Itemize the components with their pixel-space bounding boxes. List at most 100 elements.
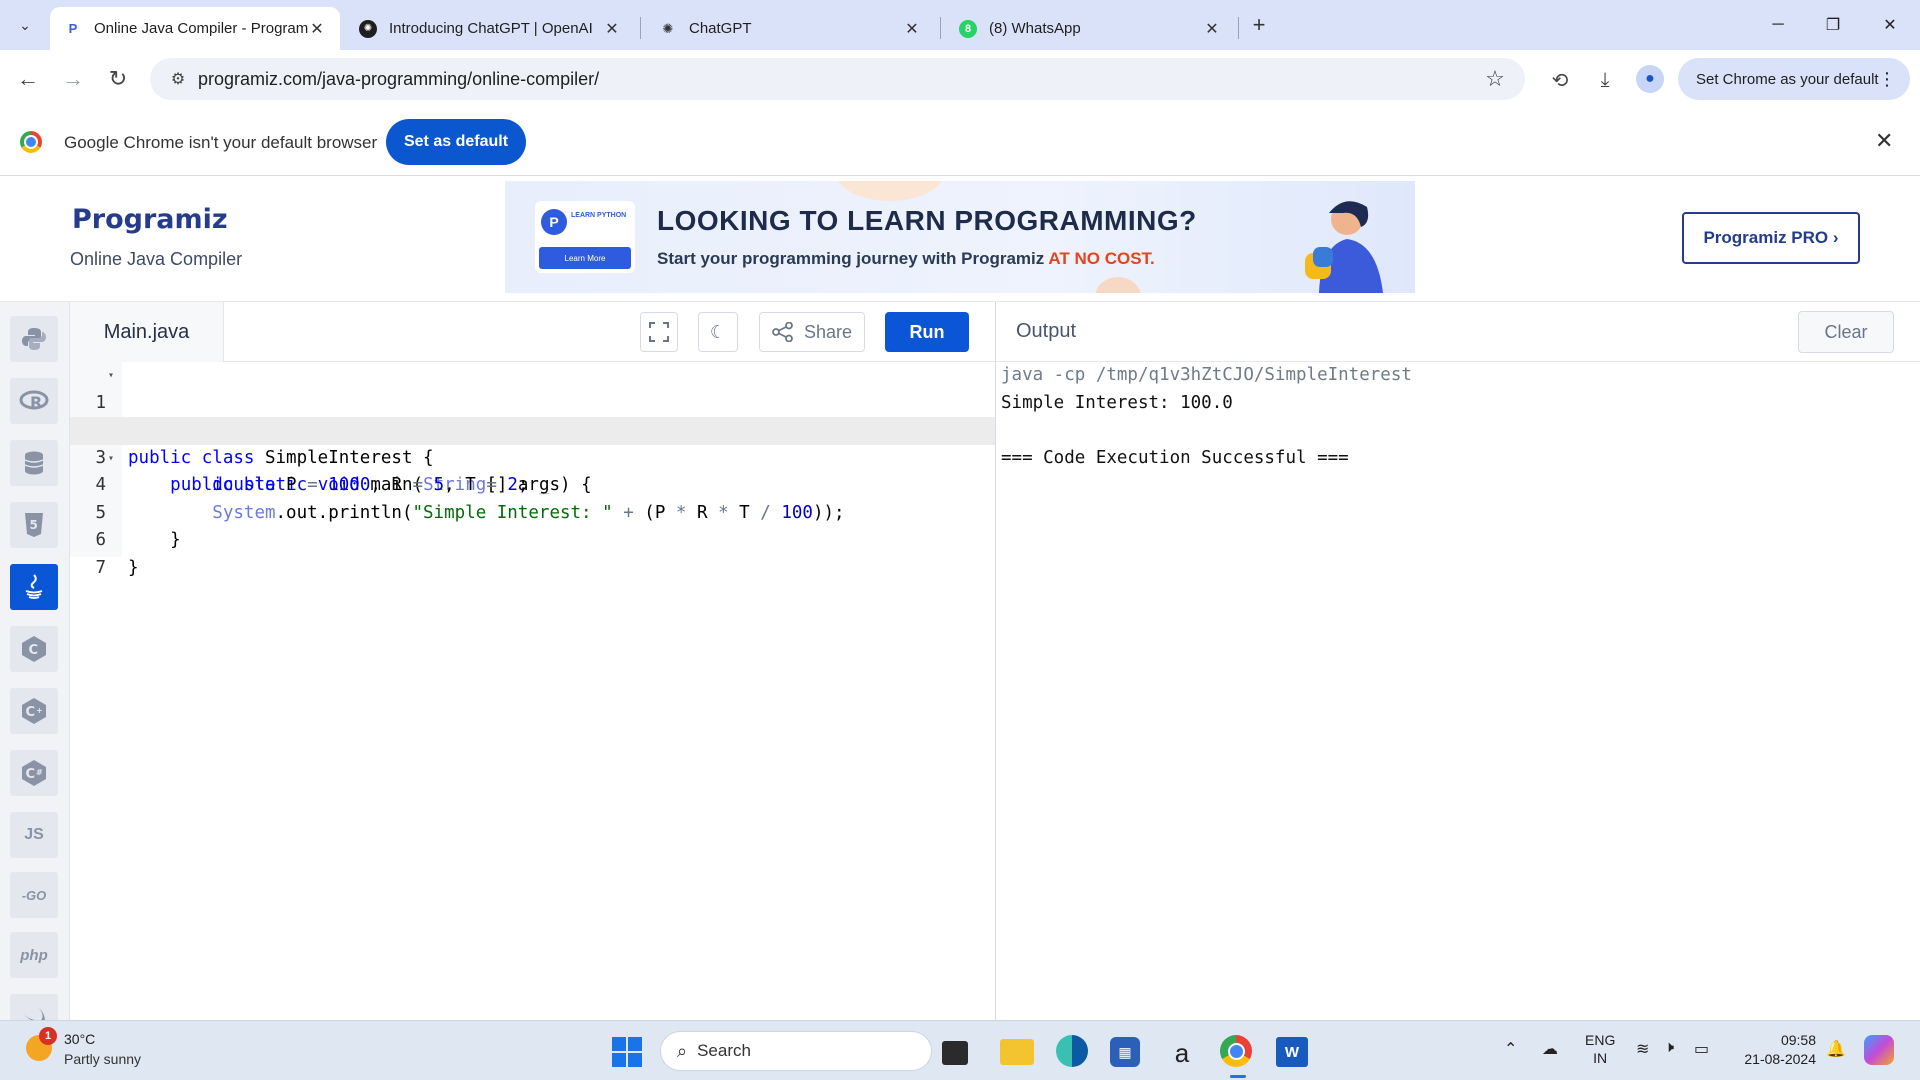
banner-highlight: AT NO COST.	[1048, 249, 1155, 268]
learn-more-button[interactable]: Learn More	[539, 247, 631, 269]
chrome-taskbar-icon[interactable]	[1220, 1035, 1252, 1067]
fullscreen-icon[interactable]	[640, 312, 678, 352]
menu-dots-icon[interactable]: ⋮	[1878, 69, 1896, 90]
code-line[interactable]: 7	[70, 527, 995, 578]
edge-browser-icon[interactable]	[1056, 1035, 1088, 1067]
weather-badge: 1	[39, 1027, 57, 1045]
go-icon[interactable]: -GO	[10, 872, 58, 918]
dark-mode-moon-icon[interactable]: ☾	[698, 312, 738, 352]
word-icon[interactable]: W	[1276, 1037, 1308, 1067]
banner-subline: Start your programming journey with Prog…	[657, 249, 1155, 269]
set-as-default-button[interactable]: Set as default	[386, 119, 526, 165]
close-tab-icon[interactable]: ✕	[308, 19, 326, 39]
tab-search-chevron-icon[interactable]: ⌄	[10, 10, 40, 40]
clock-date: 21-08-2024	[1744, 1051, 1816, 1067]
close-window-icon[interactable]: ✕	[1870, 10, 1910, 40]
address-bar[interactable]: ⚙ programiz.com/java-programming/online-…	[150, 58, 1525, 100]
taskbar-search-box[interactable]: ⌕ Search	[660, 1031, 932, 1071]
infobar-message: Google Chrome isn't your default browser	[64, 133, 378, 152]
notification-bell-icon[interactable]: 🔔	[1826, 1039, 1846, 1059]
system-clock[interactable]: 09:58 21-08-2024	[1736, 1031, 1816, 1069]
programiz-logo[interactable]: Programiz	[72, 204, 228, 235]
profile-avatar-icon[interactable]: ●	[1636, 65, 1664, 93]
run-button[interactable]: Run	[885, 312, 969, 352]
windows-start-icon[interactable]	[612, 1037, 642, 1067]
share-button[interactable]: Share	[759, 312, 865, 352]
download-icon[interactable]: ⤓	[1590, 65, 1620, 95]
csharp-icon[interactable]: C #	[10, 750, 58, 796]
php-icon[interactable]: php	[10, 932, 58, 978]
restore-icon[interactable]: ❐	[1813, 10, 1853, 40]
promo-banner[interactable]: P LEARN PYTHON Learn More LOOKING TO LEA…	[505, 181, 1415, 293]
output-command: java -cp /tmp/q1v3hZtCJO/SimpleInterest	[1001, 365, 1412, 385]
output-result: Simple Interest: 100.0	[1001, 392, 1233, 413]
weather-description[interactable]: Partly sunny	[64, 1051, 141, 1067]
svg-text:C: C	[26, 705, 36, 720]
task-view-icon[interactable]	[942, 1041, 968, 1065]
clear-button[interactable]: Clear	[1798, 311, 1894, 353]
code-line[interactable]: 5 }	[70, 472, 995, 551]
code-line[interactable]: 6 }	[70, 500, 995, 578]
code-line[interactable]: 2 ▾ public static void main(String[] arg…	[70, 390, 995, 495]
cpp-icon[interactable]: C +	[10, 688, 58, 734]
close-tab-icon[interactable]: ✕	[1203, 19, 1221, 39]
fold-arrow-icon[interactable]: ▾	[108, 362, 114, 390]
output-console[interactable]: java -cp /tmp/q1v3hZtCJO/SimpleInterest …	[996, 362, 1920, 1020]
close-tab-icon[interactable]: ✕	[903, 19, 921, 39]
code-line-current[interactable]: 3 double P = 1000, R = 5, T = 2; _	[70, 417, 995, 495]
language-sidebar: R 5 C C + C # JS -GO php	[0, 302, 70, 1020]
amazon-icon[interactable]: a	[1164, 1035, 1200, 1071]
url-text[interactable]: programiz.com/java-programming/online-co…	[198, 69, 1475, 90]
reload-icon[interactable]: ↻	[103, 64, 133, 94]
tab-strip: ⌄ P Online Java Compiler - Programiz ✕ ✺…	[0, 0, 1920, 50]
tab-whatsapp[interactable]: 8 (8) WhatsApp ✕	[945, 7, 1235, 50]
swift-icon[interactable]	[10, 994, 58, 1020]
onedrive-offline-icon[interactable]: ☁	[1542, 1039, 1558, 1059]
new-tab-plus-icon[interactable]: +	[1245, 11, 1273, 39]
battery-icon[interactable]: ▭	[1694, 1039, 1709, 1059]
code-editor[interactable]: 1 ▾ public class SimpleInterest { 2 ▾ pu…	[70, 362, 995, 1020]
infobar-close-icon[interactable]: ✕	[1875, 128, 1893, 154]
java-icon[interactable]	[10, 564, 58, 610]
microsoft-store-icon[interactable]: ▦	[1110, 1037, 1140, 1067]
banner-decoration	[835, 181, 945, 201]
input-language-indicator[interactable]: ENG IN	[1585, 1031, 1615, 1067]
set-chrome-default-pill[interactable]: Set Chrome as your default ⋮	[1678, 58, 1910, 100]
chrome-logo-icon	[20, 131, 42, 153]
tab-separator	[1238, 17, 1239, 39]
back-arrow-icon[interactable]: ←	[13, 64, 43, 94]
tab-chatgpt[interactable]: ✺ ChatGPT ✕	[645, 7, 935, 50]
close-tab-icon[interactable]: ✕	[603, 19, 621, 39]
banner-p-logo-icon: P	[541, 209, 567, 235]
html5-icon[interactable]: 5	[10, 502, 58, 548]
weather-temperature[interactable]: 30°C	[64, 1031, 95, 1047]
programiz-pro-button[interactable]: Programiz PRO ›	[1682, 212, 1860, 264]
svg-text:+: +	[36, 706, 43, 715]
minimize-icon[interactable]: ─	[1758, 10, 1798, 40]
svg-text:5: 5	[30, 518, 38, 532]
openai-favicon-icon: ✺	[359, 19, 377, 38]
file-explorer-icon[interactable]	[1000, 1039, 1034, 1065]
site-info-icon[interactable]: ⚙	[158, 69, 198, 89]
svg-text:R: R	[30, 393, 42, 412]
file-tab-main-java[interactable]: Main.java	[70, 302, 224, 362]
show-hidden-icons-chevron-icon[interactable]: ⌃	[1504, 1039, 1517, 1059]
weather-sun-icon[interactable]: 1	[26, 1027, 57, 1061]
database-icon[interactable]	[10, 440, 58, 486]
wifi-icon[interactable]: ≋	[1636, 1039, 1649, 1059]
tab-title: ChatGPT	[689, 20, 752, 37]
python-icon[interactable]	[10, 316, 58, 362]
javascript-icon[interactable]: JS	[10, 812, 58, 858]
volume-muted-icon[interactable]: 🕨	[1664, 1039, 1674, 1057]
code-line[interactable]: 1 ▾ public class SimpleInterest {	[70, 362, 995, 468]
search-icon: ⌕	[677, 1040, 688, 1061]
r-icon[interactable]: R	[10, 378, 58, 424]
extensions-icon[interactable]: ⟲	[1545, 65, 1575, 95]
code-line[interactable]: 4 System.out.println("Simple Interest: "…	[70, 445, 995, 523]
forward-arrow-icon[interactable]: →	[58, 64, 88, 94]
bookmark-star-icon[interactable]: ☆	[1475, 66, 1515, 92]
c-icon[interactable]: C	[10, 626, 58, 672]
tab-programiz[interactable]: P Online Java Compiler - Programiz ✕	[50, 7, 340, 50]
copilot-icon[interactable]	[1864, 1035, 1894, 1065]
tab-openai[interactable]: ✺ Introducing ChatGPT | OpenAI ✕	[345, 7, 635, 50]
